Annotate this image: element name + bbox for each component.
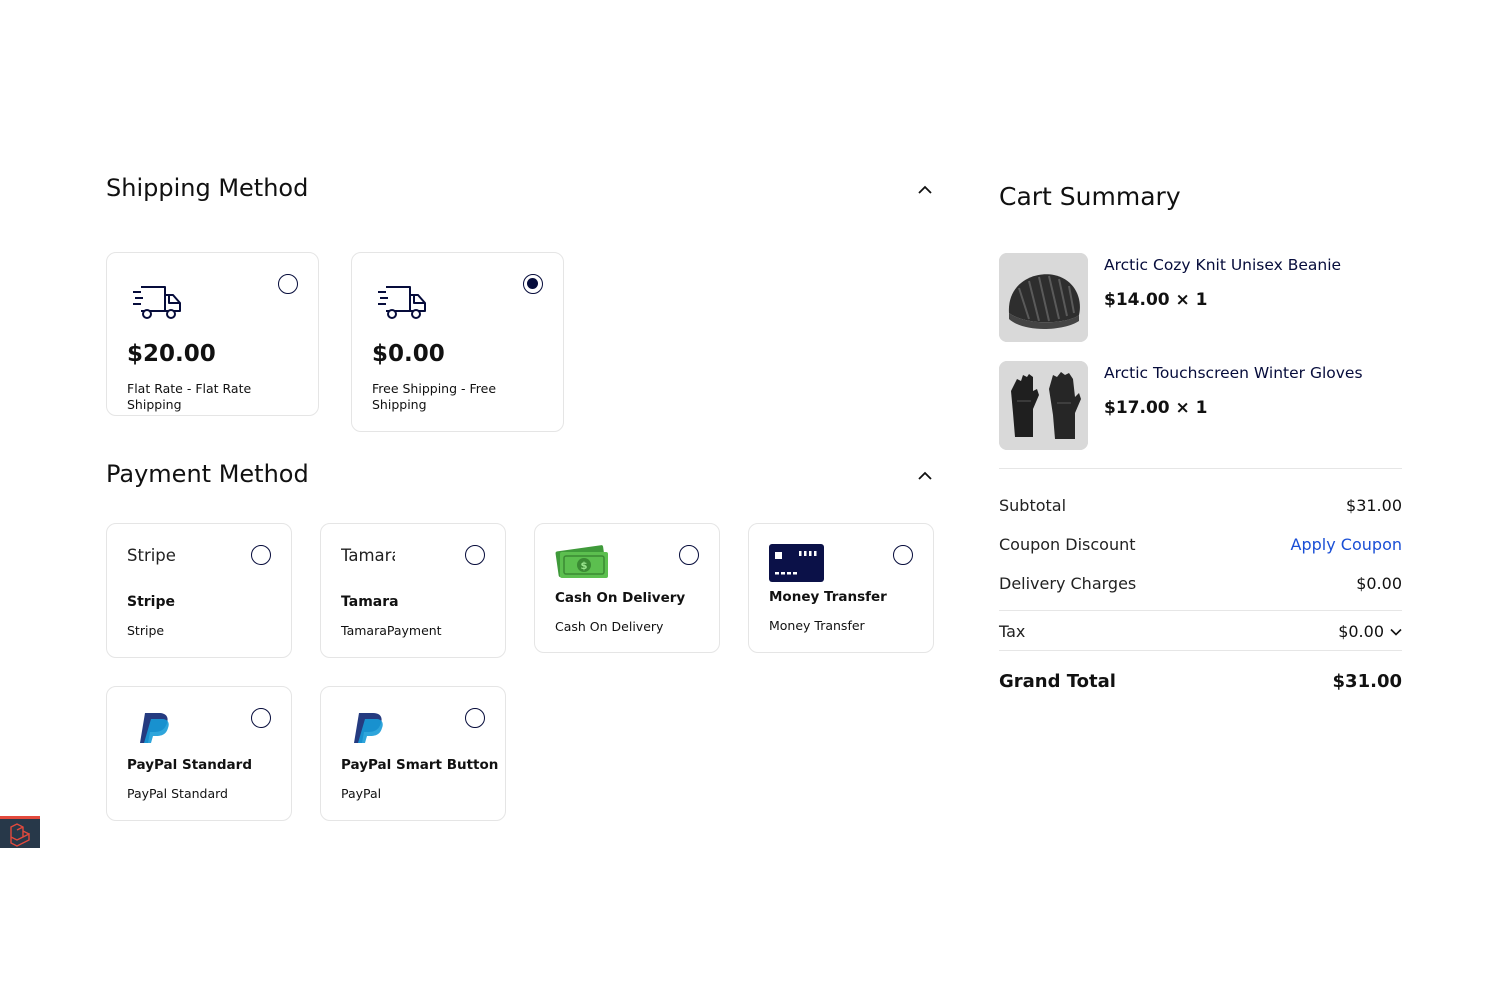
payment-option-paypal-standard[interactable]: PayPal Standard PayPal Standard — [106, 686, 292, 821]
payment-subtitle: Stripe — [127, 623, 165, 638]
payment-option-cash-on-delivery[interactable]: $ Cash On Delivery Cash On Delivery — [534, 523, 720, 653]
payment-option-money-transfer[interactable]: Money Transfer Money Transfer — [748, 523, 934, 653]
payment-title: Stripe — [127, 594, 175, 610]
payment-title: PayPal Standard — [127, 757, 252, 773]
payment-title: Cash On Delivery — [555, 590, 686, 606]
subtotal-label: Subtotal — [999, 496, 1067, 515]
chevron-down-icon[interactable] — [1390, 628, 1402, 636]
gloves-image — [999, 361, 1088, 450]
debugbar-toggle[interactable] — [0, 816, 40, 848]
laravel-icon — [10, 823, 30, 847]
payment-title: Tamara — [341, 594, 399, 610]
tax-label: Tax — [999, 622, 1026, 641]
cart-item-name: Arctic Touchscreen Winter Gloves — [1104, 364, 1363, 382]
tamara-logo: Tamara — [341, 546, 395, 565]
beanie-image — [999, 253, 1088, 342]
shipping-description: Free Shipping - Free Shipping — [372, 381, 497, 412]
paypal-icon — [140, 713, 169, 743]
payment-subtitle: TamaraPayment — [341, 623, 442, 638]
payment-method-title: Payment Method — [106, 460, 309, 488]
cart-summary-title: Cart Summary — [999, 182, 1181, 211]
payment-radio-paypal-smart-button[interactable] — [465, 708, 485, 728]
payment-option-paypal-smart-button[interactable]: PayPal Smart Button PayPal — [320, 686, 506, 821]
shipping-radio-free-shipping[interactable] — [523, 274, 543, 294]
svg-text:$: $ — [581, 561, 588, 572]
apply-coupon-link[interactable]: Apply Coupon — [1291, 535, 1402, 554]
shipping-option-flat-rate[interactable]: $20.00 Flat Rate - Flat Rate Shipping — [106, 252, 319, 416]
subtotal-value: $31.00 — [1346, 496, 1402, 515]
cash-icon: $ — [555, 545, 608, 578]
delivery-charges-label: Delivery Charges — [999, 574, 1137, 593]
cart-item-price: $14.00 × 1 — [1104, 290, 1208, 310]
shipping-price: $0.00 — [372, 341, 445, 367]
divider — [999, 610, 1402, 611]
cart-item-name: Arctic Cozy Knit Unisex Beanie — [1104, 256, 1342, 274]
payment-title: Money Transfer — [769, 589, 887, 605]
payment-option-stripe[interactable]: Stripe Stripe Stripe — [106, 523, 292, 658]
payment-subtitle: PayPal Standard — [127, 786, 228, 801]
payment-radio-tamara[interactable] — [465, 545, 485, 565]
payment-subtitle: PayPal — [341, 786, 382, 801]
delivery-charges-value: $0.00 — [1356, 574, 1402, 593]
cart-item-price: $17.00 × 1 — [1104, 398, 1208, 418]
shipping-method-title: Shipping Method — [106, 174, 309, 202]
tax-amount: $0.00 — [1338, 622, 1384, 641]
shipping-radio-flat-rate[interactable] — [278, 274, 298, 294]
tax-value[interactable]: $0.00 — [1338, 622, 1402, 641]
payment-subtitle: Money Transfer — [769, 618, 865, 633]
payment-radio-money-transfer[interactable] — [893, 545, 913, 565]
shipping-description: Flat Rate - Flat Rate Shipping — [127, 381, 252, 412]
payment-subtitle: Cash On Delivery — [555, 619, 664, 634]
paypal-icon — [354, 713, 383, 743]
payment-option-tamara[interactable]: Tamara Tamara TamaraPayment — [320, 523, 506, 658]
chevron-up-icon[interactable] — [917, 471, 933, 481]
payment-radio-paypal-standard[interactable] — [251, 708, 271, 728]
shipping-option-free-shipping[interactable]: $0.00 Free Shipping - Free Shipping — [351, 252, 564, 432]
grand-total-label: Grand Total — [999, 671, 1116, 692]
payment-radio-cash-on-delivery[interactable] — [679, 545, 699, 565]
payment-title: PayPal Smart Button — [341, 757, 499, 773]
truck-icon — [378, 286, 426, 319]
divider — [999, 650, 1402, 651]
money-transfer-card-icon — [769, 544, 824, 582]
stripe-logo: Stripe — [127, 546, 176, 565]
chevron-up-icon[interactable] — [917, 185, 933, 195]
grand-total-value: $31.00 — [1332, 671, 1402, 692]
truck-icon — [133, 286, 181, 319]
shipping-price: $20.00 — [127, 341, 216, 367]
coupon-discount-label: Coupon Discount — [999, 535, 1136, 554]
payment-radio-stripe[interactable] — [251, 545, 271, 565]
divider — [999, 468, 1402, 469]
